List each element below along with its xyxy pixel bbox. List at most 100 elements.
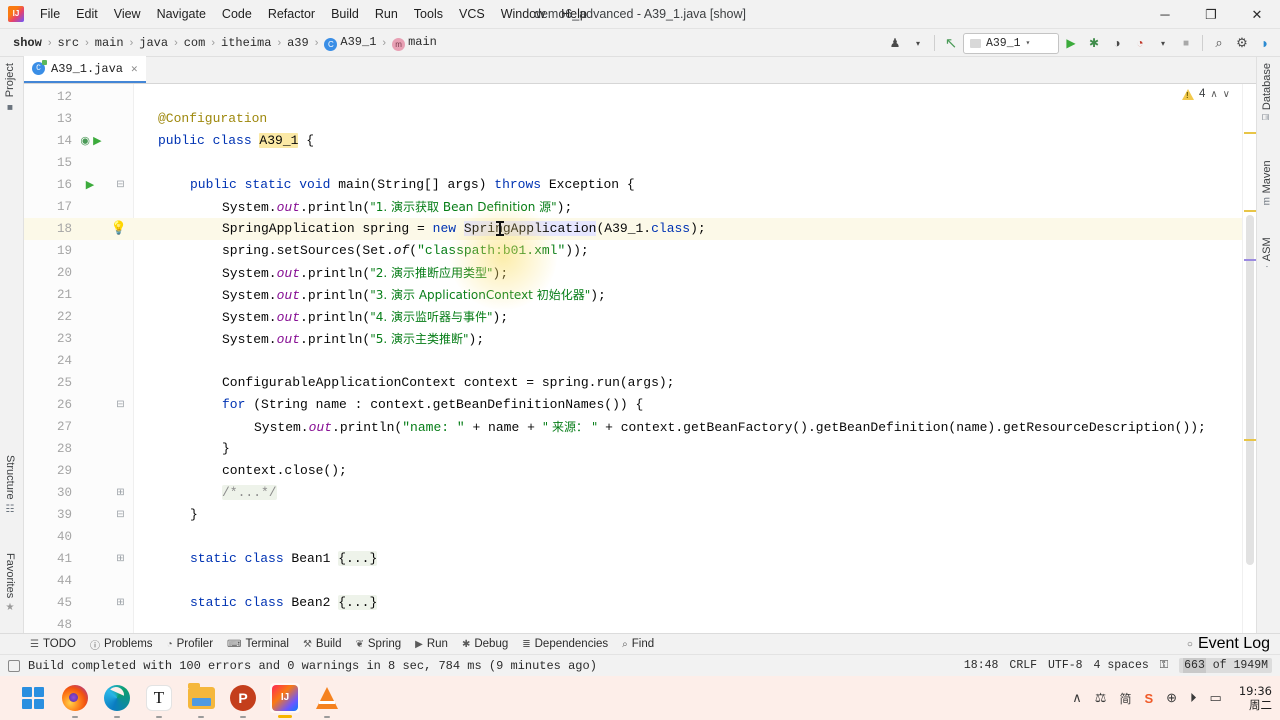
warning-marker[interactable] [1244, 210, 1256, 212]
code-line-48[interactable]: 48 [24, 614, 1256, 633]
usage-marker[interactable] [1244, 259, 1256, 261]
fold-expand-icon[interactable]: ⊞ [114, 592, 127, 614]
code-line-12[interactable]: 12 [24, 86, 1256, 108]
taskbar-firefox[interactable] [60, 683, 90, 718]
code-line-16[interactable]: 16 ▶ ⊟ public static void main(String[] arg… [24, 174, 1256, 196]
volume-icon[interactable]: ⏵ [1190, 690, 1197, 706]
menu-item-help[interactable]: Help [553, 3, 595, 25]
battery-icon[interactable]: ▭ [1210, 690, 1222, 706]
editor-scrollbar-thumb[interactable] [1246, 215, 1254, 565]
menu-item-run[interactable]: Run [367, 3, 406, 25]
code-lines[interactable]: 12 13 @Configuration 14 ◉ ▶ public class A39_… [24, 84, 1256, 633]
menu-item-build[interactable]: Build [323, 3, 367, 25]
taskbar-powerpoint[interactable] [228, 683, 258, 718]
taskbar-intellij-idea[interactable] [270, 683, 300, 718]
build-project-button[interactable]: ↖ [940, 32, 962, 54]
fold-collapse-icon[interactable]: ⊟ [114, 394, 127, 416]
updates-icon[interactable]: ◗ [1254, 32, 1276, 54]
code-line-19[interactable]: 19 spring.setSources(Set.of("classpath:b0… [24, 240, 1256, 262]
code-line-30[interactable]: 30 ⊞ /*...*/ [24, 482, 1256, 504]
breadcrumb-item-main[interactable]: main [92, 35, 127, 51]
taskbar-edge[interactable] [102, 683, 132, 718]
tool-window-debug[interactable]: ✱ Debug [462, 638, 508, 650]
run-button[interactable]: ▶ [1060, 32, 1082, 54]
code-line-25[interactable]: 25 ConfigurableApplicationContext context… [24, 372, 1256, 394]
code-line-21[interactable]: 21 System.out.println("3. 演示 ApplicationC… [24, 284, 1256, 306]
tool-window-spring[interactable]: ❦ Spring [356, 638, 402, 650]
fold-collapse-icon[interactable]: ⊟ [114, 174, 127, 196]
show-hidden-icons[interactable]: ∧ [1072, 690, 1082, 706]
breadcrumb-item-itheima[interactable]: itheima [218, 35, 274, 51]
menu-item-window[interactable]: Window [493, 3, 553, 25]
profile-button[interactable]: ◔ [1129, 32, 1151, 54]
inspection-widget[interactable]: 4 ∧ ∨ [1181, 88, 1230, 100]
breadcrumb-item-com[interactable]: com [181, 35, 209, 51]
sidebar-item-maven[interactable]: m Maven [1261, 160, 1273, 205]
code-line-28[interactable]: 28} [24, 438, 1256, 460]
close-button[interactable]: ✕ [1234, 0, 1280, 29]
code-line-39[interactable]: 39 ⊟} [24, 504, 1256, 526]
code-line-26[interactable]: 26 ⊟ for (String name : context.getBeanDef… [24, 394, 1256, 416]
code-line-29[interactable]: 29 context.close(); [24, 460, 1256, 482]
menu-item-edit[interactable]: Edit [68, 3, 106, 25]
status-message[interactable]: Build completed with 100 errors and 0 wa… [28, 659, 597, 673]
warning-marker[interactable] [1244, 132, 1256, 134]
breadcrumb-item-main[interactable]: m main [389, 34, 440, 52]
tool-window-dependencies[interactable]: ≣ Dependencies [522, 638, 608, 650]
sogou-icon[interactable]: S [1144, 691, 1153, 706]
taskbar-clock[interactable]: 19:36 周二 [1239, 684, 1272, 712]
tool-window-problems[interactable]: ⓘ Problems [90, 637, 153, 652]
minimize-button[interactable]: ─ [1142, 0, 1188, 29]
settings-gear-icon[interactable]: ⚙ [1231, 32, 1253, 54]
microphone-icon[interactable]: ⚖ [1095, 690, 1107, 706]
run-with-coverage-button[interactable]: ◑ [1106, 32, 1128, 54]
run-gutter-icon[interactable]: ▶ [82, 174, 98, 196]
debug-button[interactable]: ✱ [1083, 32, 1105, 54]
breadcrumb-item-src[interactable]: src [54, 35, 82, 51]
code-line-13[interactable]: 13 @Configuration [24, 108, 1256, 130]
taskbar-vlc[interactable] [312, 683, 342, 718]
ime-icon[interactable]: 简 [1119, 690, 1131, 707]
tool-window-terminal[interactable]: ⌨ Terminal [227, 638, 289, 650]
vcs-widget-button[interactable]: ♟ [884, 32, 906, 54]
fold-collapse-icon[interactable]: ⊟ [114, 504, 127, 526]
prev-problem-icon[interactable]: ∧ [1210, 89, 1217, 100]
code-line-24[interactable]: 24 [24, 350, 1256, 372]
code-line-20[interactable]: 20 System.out.println("2. 演示推断应用类型"); [24, 262, 1256, 284]
code-line-27[interactable]: 27 System.out.println("name: " + name + "… [24, 416, 1256, 438]
breadcrumb-item-java[interactable]: java [136, 35, 171, 51]
profile-caret-icon[interactable]: ▾ [1152, 32, 1174, 54]
fold-expand-icon[interactable]: ⊞ [114, 548, 127, 570]
menu-item-code[interactable]: Code [214, 3, 260, 25]
event-log-button[interactable]: ○ Event Log [1187, 635, 1270, 653]
tool-window-build[interactable]: ⚒ Build [303, 638, 342, 650]
next-problem-icon[interactable]: ∨ [1223, 89, 1230, 100]
code-line-17[interactable]: 17 System.out.println("1. 演示获取 Bean Defin… [24, 196, 1256, 218]
taskbar-typora[interactable]: T [144, 683, 174, 718]
code-line-15[interactable]: 15 [24, 152, 1256, 174]
menu-item-view[interactable]: View [106, 3, 149, 25]
code-line-14[interactable]: 14 ◉ ▶ public class A39_1 { [24, 130, 1256, 152]
sidebar-item-project[interactable]: ■ Project [4, 63, 16, 112]
menu-item-file[interactable]: File [32, 3, 68, 25]
breadcrumb-item-show[interactable]: show [10, 35, 45, 51]
tool-window-todo[interactable]: ☰ TODO [30, 638, 76, 650]
line-separator-widget[interactable]: CRLF [1009, 659, 1037, 672]
code-line-41[interactable]: 41 ⊞ static class Bean1 {...} [24, 548, 1256, 570]
warning-marker[interactable] [1244, 439, 1256, 441]
menu-item-tools[interactable]: Tools [406, 3, 451, 25]
breadcrumb-item-a39_1[interactable]: C A39_1 [321, 34, 379, 52]
bulb-gutter-icon[interactable]: 💡 [110, 218, 128, 240]
run-configuration-selector[interactable]: A39_1 ▾ [963, 32, 1059, 54]
read-only-lock-icon[interactable]: ⚿ [1160, 660, 1168, 672]
code-line-44[interactable]: 44 [24, 570, 1256, 592]
stop-button[interactable]: ■ [1175, 32, 1197, 54]
sidebar-item-favorites[interactable]: Favorites ★ [4, 553, 16, 613]
taskbar-file-explorer[interactable] [186, 683, 216, 718]
close-tab-icon[interactable]: ✕ [131, 62, 138, 76]
sidebar-item-database[interactable]: ⌸ Database [1261, 63, 1273, 120]
vcs-caret-icon[interactable]: ▾ [907, 32, 929, 54]
sidebar-item-structure[interactable]: Structure ☷ [4, 455, 16, 515]
search-everywhere-icon[interactable]: ⌕ [1208, 32, 1230, 54]
indent-widget[interactable]: 4 spaces [1094, 659, 1149, 672]
